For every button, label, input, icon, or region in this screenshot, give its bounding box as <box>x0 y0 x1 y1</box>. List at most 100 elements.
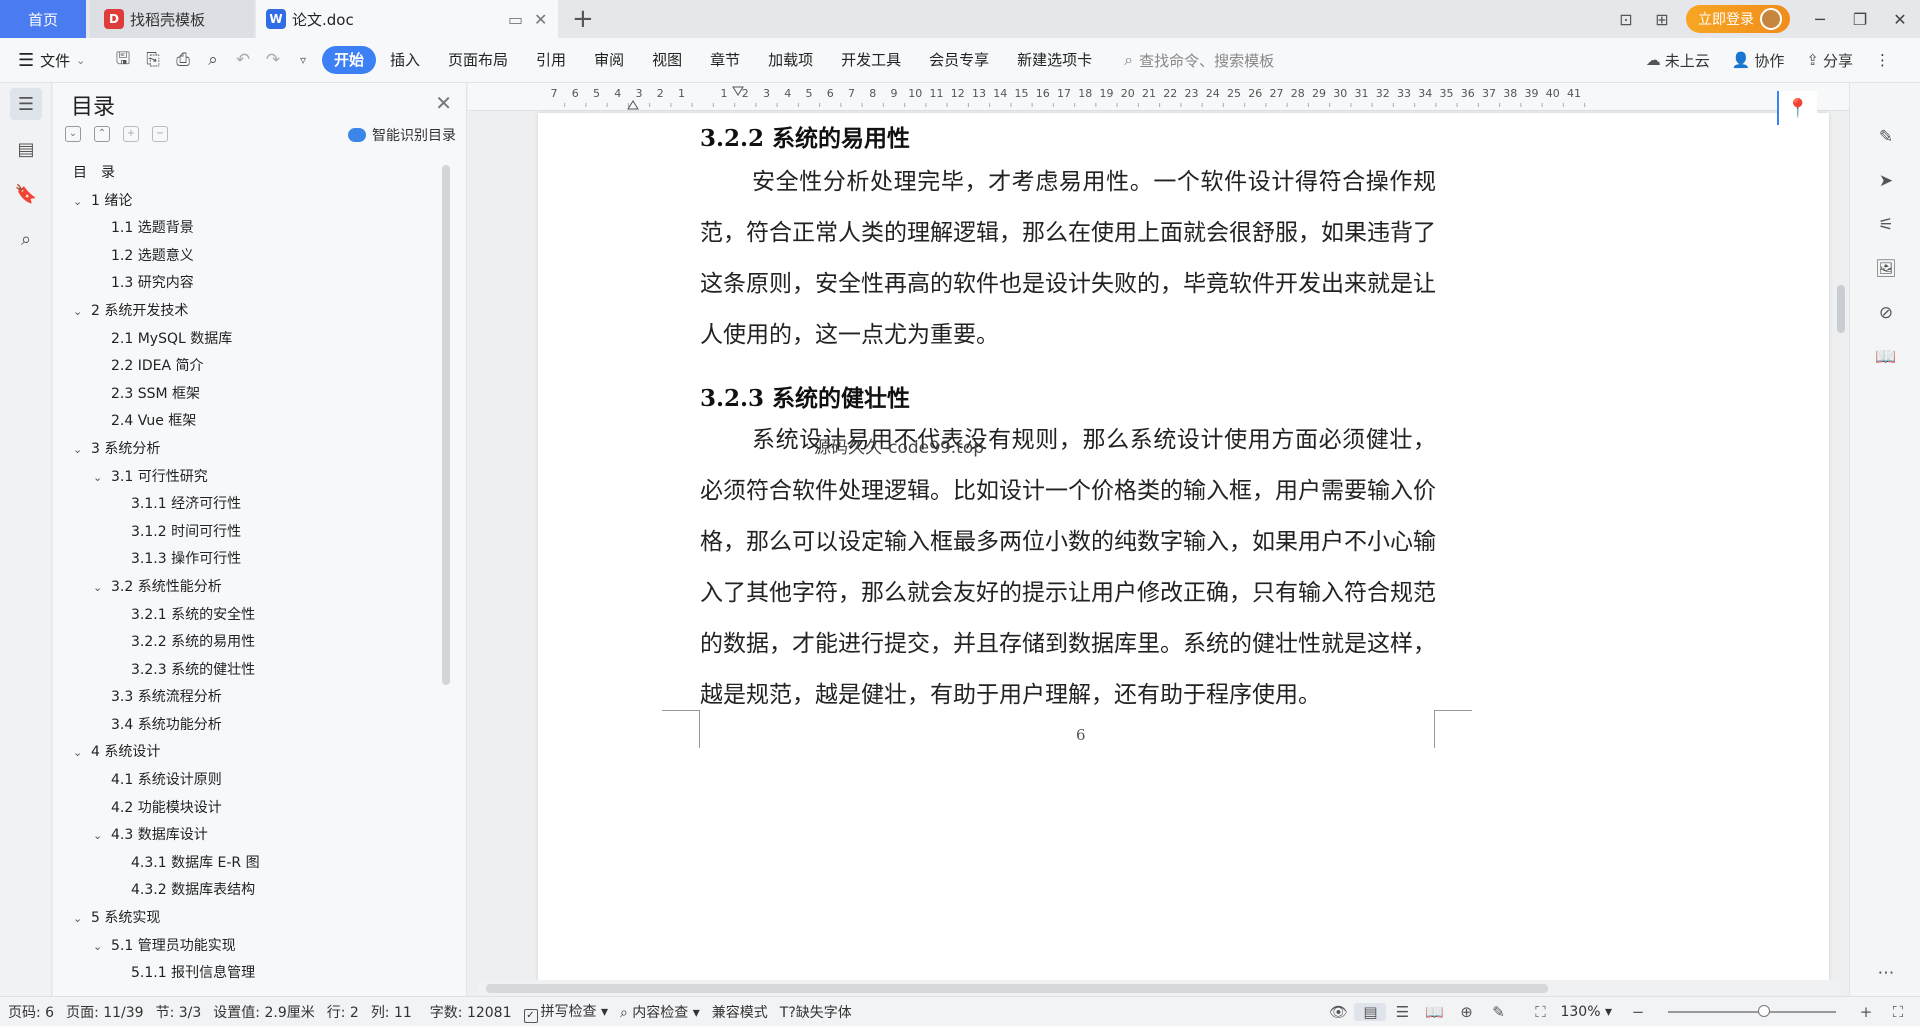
menu-tab[interactable]: 加载项 <box>754 46 827 74</box>
toc-item[interactable]: 3.2.1 系统的安全性 <box>53 602 443 630</box>
page-view-icon[interactable]: ▤ <box>1354 1003 1387 1021</box>
toc-item[interactable]: 目 录 <box>53 160 443 188</box>
tab-document[interactable]: W 论文.doc ▭ ✕ <box>256 0 558 38</box>
toc-item[interactable]: ⌄ 2 系统开发技术 <box>53 298 443 326</box>
indent-marker[interactable] <box>627 100 639 110</box>
float-window-icon[interactable]: ▭ <box>508 10 523 29</box>
scroll-thumb[interactable] <box>486 984 1548 993</box>
chevron-down-icon[interactable]: ⌄ <box>93 933 102 961</box>
menu-tab[interactable]: 插入 <box>376 46 434 74</box>
menu-tab[interactable]: 开发工具 <box>827 46 915 74</box>
status-page[interactable]: 页码: 6 <box>8 1002 54 1022</box>
spell-check-button[interactable]: ✓ 拼写检查 ▾ <box>523 1001 608 1023</box>
toc-item[interactable]: 4.1 系统设计原则 <box>53 767 443 795</box>
write-mode-icon[interactable]: ✎ <box>1482 1003 1514 1021</box>
location-pin-icon[interactable]: 📍 <box>1777 91 1817 125</box>
bookmark-icon[interactable]: 🔖 <box>10 178 42 210</box>
toc-item[interactable]: 4.3.2 数据库表结构 <box>53 877 443 905</box>
menu-tab[interactable]: 视图 <box>638 46 696 74</box>
toc-item[interactable]: ⌄ 4 系统设计 <box>53 739 443 767</box>
close-icon[interactable]: ✕ <box>435 91 452 115</box>
share-button[interactable]: ⇪ 分享 <box>1806 50 1853 71</box>
toc-item[interactable]: ⌄ 3.1 可行性研究 <box>53 464 443 492</box>
status-pages[interactable]: 页面: 11/39 <box>66 1002 144 1022</box>
toc-item[interactable]: 5.1.1 报刊信息管理 <box>53 960 443 988</box>
save-icon[interactable]: 🖫 <box>108 46 138 75</box>
toc-item[interactable]: ⌄ 1 绪论 <box>53 188 443 216</box>
fit-width-icon[interactable]: ⛶ <box>1524 1003 1556 1021</box>
menu-tab[interactable]: 会员专享 <box>915 46 1003 74</box>
toc-item[interactable]: 3.1.2 时间可行性 <box>53 519 443 547</box>
navigation-icon[interactable]: ▤ <box>10 133 42 165</box>
toc-item[interactable]: 3.1.3 操作可行性 <box>53 546 443 574</box>
toc-item[interactable]: ⌄ 5.1 管理员功能实现 <box>53 933 443 961</box>
document-page[interactable]: 3.2.2 系统的易用性 安全性分析处理完毕，才考虑易用性。一个软件设计得符合操… <box>538 113 1829 993</box>
collab-button[interactable]: 👤 协作 <box>1732 50 1785 71</box>
toc-item[interactable]: 2.2 IDEA 简介 <box>53 353 443 381</box>
toc-panel-icon[interactable]: ☰ <box>10 88 42 120</box>
menu-tab[interactable]: 新建选项卡 <box>1003 46 1106 74</box>
cursor-icon[interactable]: ➤ <box>1872 167 1900 195</box>
eye-protection-icon[interactable]: 👁 <box>1322 1003 1354 1021</box>
toc-item[interactable]: 2.3 SSM 框架 <box>53 381 443 409</box>
reading-icon[interactable]: 📖 <box>1872 343 1900 371</box>
new-tab-button[interactable]: + <box>572 4 594 34</box>
chevron-down-icon[interactable]: ⌄ <box>93 574 102 602</box>
scroll-thumb[interactable] <box>1837 285 1845 333</box>
toc-item[interactable]: 1.3 研究内容 <box>53 270 443 298</box>
tab-home[interactable]: 首页 <box>0 0 86 38</box>
zoom-in-icon[interactable]: + <box>1850 1003 1882 1021</box>
menu-tab[interactable]: 页面布局 <box>434 46 522 74</box>
chevron-down-icon[interactable]: ⌄ <box>73 298 82 326</box>
toc-item[interactable]: ⌄ 3 系统分析 <box>53 436 443 464</box>
toc-item[interactable]: 4.3.1 数据库 E-R 图 <box>53 850 443 878</box>
chevron-down-icon[interactable]: ⌄ <box>73 436 82 464</box>
fullscreen-icon[interactable]: ⛶ <box>1882 1003 1914 1021</box>
toc-item[interactable]: 3.3 系统流程分析 <box>53 684 443 712</box>
add-heading-icon[interactable]: + <box>123 126 139 142</box>
redo-icon[interactable]: ↷ <box>258 50 288 70</box>
menu-tab[interactable]: 审阅 <box>580 46 638 74</box>
chevron-down-icon[interactable]: ⌄ <box>73 739 82 767</box>
expand-all-icon[interactable]: ⌄ <box>65 126 81 142</box>
more-horizontal-icon[interactable]: ⋯ <box>1872 959 1900 987</box>
toc-item[interactable]: 3.4 系统功能分析 <box>53 712 443 740</box>
toc-item[interactable]: ⌄ 5 系统实现 <box>53 905 443 933</box>
chevron-down-icon[interactable]: ⌄ <box>93 822 102 850</box>
horizontal-scrollbar[interactable] <box>478 980 1839 996</box>
tab-template[interactable]: D 找稻壳模板 <box>90 0 254 38</box>
toc-item[interactable]: 2.1 MySQL 数据库 <box>53 326 443 354</box>
chevron-down-icon[interactable]: ⌄ <box>73 188 82 216</box>
toc-item[interactable]: 1.1 选题背景 <box>53 215 443 243</box>
status-word-count[interactable]: 字数: 12081 <box>430 1002 512 1022</box>
minimize-icon[interactable]: ─ <box>1800 10 1840 29</box>
tab-close-icon[interactable]: ✕ <box>534 10 547 29</box>
restore-icon[interactable]: ❐ <box>1840 10 1880 29</box>
chevron-down-icon[interactable]: ⌄ <box>73 905 82 933</box>
collapse-all-icon[interactable]: ⌃ <box>94 126 110 142</box>
image-icon[interactable]: 🖼 <box>1872 255 1900 283</box>
zoom-slider-knob[interactable] <box>1758 1005 1770 1017</box>
toc-scrollbar[interactable] <box>442 165 450 685</box>
zoom-slider[interactable] <box>1668 1005 1836 1017</box>
layout-icon[interactable]: ⊡ <box>1608 10 1644 29</box>
smart-toc-button[interactable]: 智能识别目录 <box>348 125 456 145</box>
menu-tab[interactable]: 引用 <box>522 46 580 74</box>
toc-item[interactable]: ⌄ 4.3 数据库设计 <box>53 822 443 850</box>
toc-item[interactable]: 2.4 Vue 框架 <box>53 408 443 436</box>
adjust-icon[interactable]: ⚟ <box>1872 211 1900 239</box>
more-menu-button[interactable]: ⋮ <box>1875 51 1890 69</box>
compass-icon[interactable]: ⊘ <box>1872 299 1900 327</box>
undo-icon[interactable]: ↶ <box>228 50 258 70</box>
command-search[interactable]: ⌕ 查找命令、搜索模板 <box>1124 50 1274 71</box>
web-view-icon[interactable]: ⊕ <box>1450 1003 1482 1021</box>
print-icon[interactable]: ⎙ <box>168 50 198 70</box>
content-check-button[interactable]: ⌕ 内容检查 ▾ <box>620 1002 700 1022</box>
reading-view-icon[interactable]: 📖 <box>1418 1003 1450 1021</box>
horizontal-ruler[interactable]: 7 6 5 4 3 2 1 1 2 3 4 5 6 7 8 9 10 11 12 13 14 15 16 17 18 19 20 21… <box>468 83 1849 111</box>
toc-item[interactable]: ⌄ 3.2 系统性能分析 <box>53 574 443 602</box>
outline-view-icon[interactable]: ☰ <box>1386 1003 1418 1021</box>
close-window-icon[interactable]: ✕ <box>1880 10 1920 29</box>
export-pdf-icon[interactable]: ⎘ <box>138 50 168 70</box>
zoom-out-icon[interactable]: − <box>1622 1003 1654 1021</box>
